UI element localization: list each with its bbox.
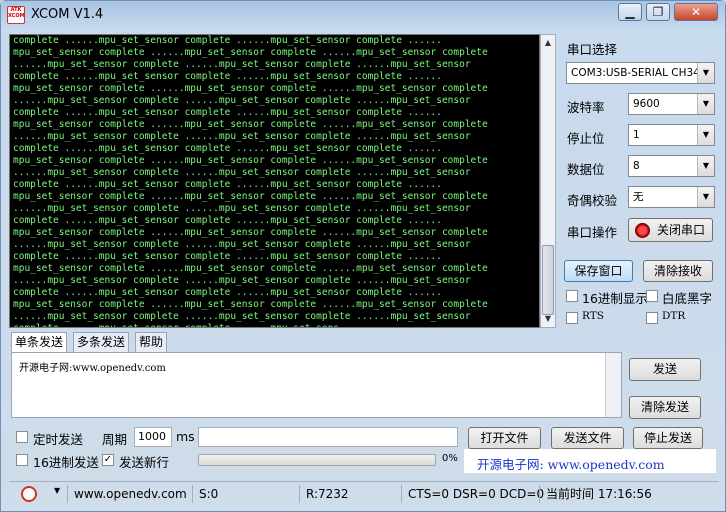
tab-help[interactable]: 帮助	[135, 332, 168, 352]
databits-select-value: 8	[633, 160, 640, 172]
settings-icon[interactable]	[21, 486, 37, 502]
clear-send-button[interactable]: 清除发送	[629, 396, 701, 419]
port-op-label: 串口操作	[567, 225, 618, 240]
close-port-button[interactable]: 关闭串口	[628, 218, 713, 242]
status-sent: S:0	[192, 485, 218, 503]
window-title: XCOM V1.4	[31, 7, 104, 22]
chevron-down-icon: ▼	[697, 63, 714, 83]
open-file-button[interactable]: 打开文件	[468, 427, 541, 449]
status-signals: CTS=0 DSR=0 DCD=0	[401, 485, 544, 503]
receive-terminal[interactable]: complete ......mpu_set_sensor complete .…	[9, 34, 540, 328]
dtr-label: DTR	[662, 310, 686, 322]
minimize-button[interactable]: ▁	[618, 3, 642, 21]
site-link[interactable]: 开源电子网: www.openedv.com	[477, 454, 665, 473]
send-text: 开源电子网:www.openedv.com	[19, 363, 166, 374]
stopbits-select-value: 1	[633, 129, 640, 141]
timed-send-label: 定时发送	[33, 432, 84, 447]
scroll-up-icon[interactable]: ▲	[541, 35, 555, 51]
close-port-label: 关闭串口	[657, 223, 706, 237]
receive-text: complete ......mpu_set_sensor complete .…	[13, 35, 488, 327]
send-button[interactable]: 发送	[629, 358, 701, 381]
dtr-checkbox[interactable]	[646, 312, 658, 324]
chevron-down-icon: ▼	[697, 156, 714, 176]
databits-select[interactable]: 8 ▼	[628, 155, 715, 177]
title-bar[interactable]: ATK XCOM XCOM V1.4 ▁ ❐ ✕	[1, 1, 725, 29]
maximize-button[interactable]: ❐	[646, 3, 670, 21]
baud-select-value: 9600	[633, 98, 660, 110]
send-newline-checkbox[interactable]: ✓	[102, 454, 114, 466]
status-received: R:7232	[299, 485, 349, 503]
receive-scrollbar[interactable]: ▲ ▼	[540, 34, 556, 328]
parity-label: 奇偶校验	[567, 193, 618, 208]
hex-display-checkbox[interactable]	[566, 290, 578, 302]
stopbits-select[interactable]: 1 ▼	[628, 124, 715, 146]
close-window-button[interactable]: ✕	[674, 3, 718, 21]
chevron-down-icon: ▼	[697, 94, 714, 114]
hex-send-label: 16进制发送	[33, 455, 99, 470]
chevron-down-icon: ▼	[697, 187, 714, 207]
status-bar: ▼ www.openedv.com S:0 R:7232 CTS=0 DSR=0…	[9, 481, 719, 505]
port-select-value: COM3:USB-SERIAL CH340	[571, 67, 707, 79]
hex-send-checkbox[interactable]	[16, 454, 28, 466]
port-select[interactable]: COM3:USB-SERIAL CH340 ▼	[566, 62, 715, 84]
period-unit: ms	[176, 429, 195, 444]
rts-label: RTS	[582, 310, 604, 322]
baud-label: 波特率	[567, 100, 605, 115]
hex-display-label: 16进制显示	[582, 291, 648, 306]
parity-select-value: 无	[633, 191, 644, 203]
databits-label: 数据位	[567, 162, 605, 177]
parity-select[interactable]: 无 ▼	[628, 186, 715, 208]
chevron-down-icon: ▼	[697, 125, 714, 145]
port-label: 串口选择	[567, 42, 618, 57]
chevron-down-icon[interactable]: ▼	[54, 486, 60, 495]
white-black-checkbox[interactable]	[646, 290, 658, 302]
port-status-icon	[635, 223, 650, 238]
progress-text: 0%	[442, 453, 458, 464]
timed-send-checkbox[interactable]	[16, 431, 28, 443]
rts-checkbox[interactable]	[566, 312, 578, 324]
baud-select[interactable]: 9600 ▼	[628, 93, 715, 115]
clear-receive-button[interactable]: 清除接收	[643, 260, 713, 282]
stopbits-label: 停止位	[567, 131, 605, 146]
send-scrollbar[interactable]	[605, 353, 621, 417]
send-progress-bar	[198, 454, 436, 466]
send-textarea[interactable]: 开源电子网:www.openedv.com	[11, 352, 622, 418]
save-window-button[interactable]: 保存窗口	[564, 260, 633, 282]
period-label: 周期	[102, 432, 128, 447]
app-logo: ATK XCOM	[7, 6, 25, 24]
send-newline-label: 发送新行	[119, 455, 170, 470]
send-file-button[interactable]: 发送文件	[551, 427, 624, 449]
file-path-input[interactable]	[198, 427, 458, 447]
period-input[interactable]: 1000	[134, 427, 172, 447]
stop-send-button[interactable]: 停止发送	[633, 427, 703, 449]
status-time: 当前时间 17:16:56	[539, 485, 652, 503]
white-black-label: 白底黑字	[662, 291, 713, 306]
tab-multi-send[interactable]: 多条发送	[73, 332, 130, 352]
tab-single-send[interactable]: 单条发送	[11, 332, 68, 353]
app-window: ATK XCOM XCOM V1.4 ▁ ❐ ✕ complete ......m…	[0, 0, 726, 512]
scroll-thumb[interactable]	[542, 245, 554, 315]
status-url[interactable]: www.openedv.com	[67, 485, 187, 503]
scroll-down-icon[interactable]: ▼	[541, 311, 555, 327]
